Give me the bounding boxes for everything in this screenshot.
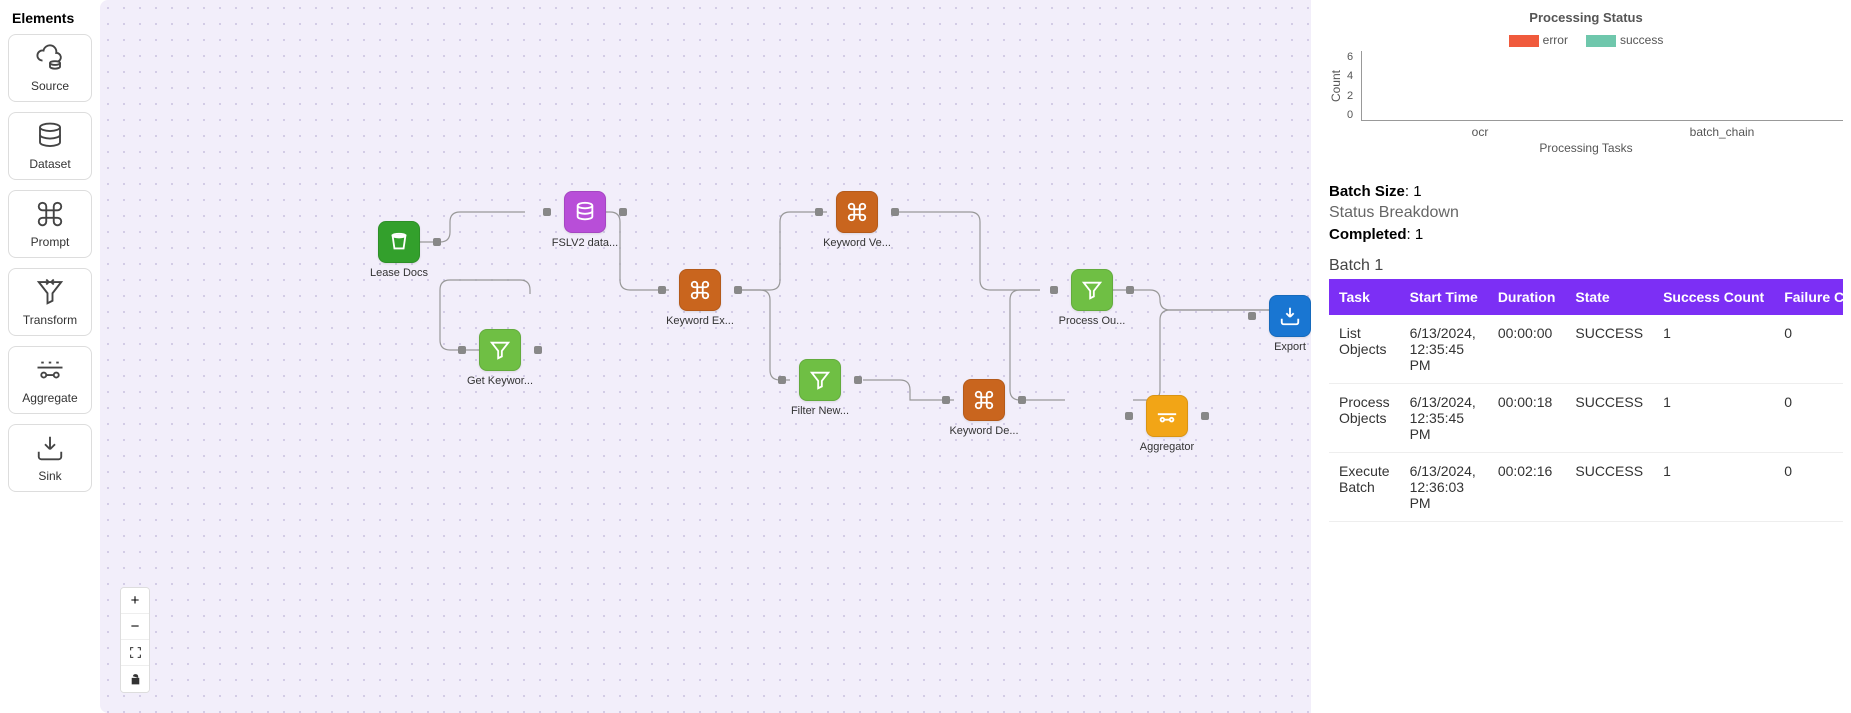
elements-sidebar: Elements Source Dataset Prompt Transform…	[0, 0, 100, 713]
database-icon	[574, 201, 596, 223]
node-keyword-de[interactable]: Keyword De...	[954, 379, 1014, 437]
palette-label: Dataset	[29, 157, 70, 171]
table-row[interactable]: Process Objects6/13/2024, 12:35:45 PM00:…	[1329, 384, 1843, 453]
download-tray-icon	[35, 433, 65, 463]
node-lease-docs[interactable]: Lease Docs	[369, 221, 429, 279]
node-fslv2-data[interactable]: FSLV2 data...	[555, 191, 615, 249]
database-icon	[35, 121, 65, 151]
cloud-db-icon	[35, 43, 65, 73]
col-state[interactable]: State	[1565, 279, 1653, 315]
zoom-in-button[interactable]: +	[121, 588, 149, 614]
palette-label: Sink	[38, 469, 61, 483]
node-keyword-ve[interactable]: Keyword Ve...	[827, 191, 887, 249]
funnel-icon	[809, 369, 831, 391]
chart: Count 6 4 2 0	[1329, 51, 1843, 121]
node-aggregator[interactable]: Aggregator	[1137, 395, 1197, 453]
col-duration[interactable]: Duration	[1488, 279, 1566, 315]
funnel-icon	[489, 339, 511, 361]
edges	[100, 0, 1311, 713]
palette-dataset[interactable]: Dataset	[8, 112, 92, 180]
command-icon	[689, 279, 711, 301]
palette-label: Prompt	[31, 235, 70, 249]
command-icon	[846, 201, 868, 223]
funnel-icon	[1081, 279, 1103, 301]
aggregate-icon	[35, 355, 65, 385]
status-panel: Processing Status error success Count 6 …	[1311, 0, 1851, 713]
node-filter-new[interactable]: Filter New...	[790, 359, 850, 417]
table-row[interactable]: Execute Batch6/13/2024, 12:36:03 PM00:02…	[1329, 453, 1843, 522]
node-keyword-ex[interactable]: Keyword Ex...	[670, 269, 730, 327]
completed-value: 1	[1415, 226, 1423, 243]
status-breakdown-label: Status Breakdown	[1329, 204, 1843, 222]
col-success-count[interactable]: Success Count	[1653, 279, 1774, 315]
node-get-keywords[interactable]: Get Keywor...	[470, 329, 530, 387]
sidebar-title: Elements	[8, 10, 92, 26]
chart-legend: error success	[1329, 33, 1843, 47]
palette-label: Transform	[23, 313, 77, 327]
col-failure-count[interactable]: Failure Cou	[1774, 279, 1843, 315]
fit-icon	[129, 646, 142, 659]
lock-open-icon	[129, 673, 142, 686]
canvas-controls: + −	[120, 587, 150, 693]
completed-label: Completed	[1329, 226, 1407, 243]
flow-canvas[interactable]: Lease Docs FSLV2 data... Get Keywor... K…	[100, 0, 1311, 713]
batch-size-label: Batch Size	[1329, 183, 1405, 200]
palette-aggregate[interactable]: Aggregate	[8, 346, 92, 414]
bucket-icon	[388, 231, 410, 253]
command-icon	[973, 389, 995, 411]
palette-label: Aggregate	[22, 391, 77, 405]
batch-size-value: 1	[1413, 183, 1421, 200]
download-tray-icon	[1279, 305, 1301, 327]
palette-prompt[interactable]: Prompt	[8, 190, 92, 258]
palette-label: Source	[31, 79, 69, 93]
node-process-ou[interactable]: Process Ou...	[1062, 269, 1122, 327]
col-task[interactable]: Task	[1329, 279, 1400, 315]
col-start-time[interactable]: Start Time	[1400, 279, 1488, 315]
aggregate-icon	[1156, 405, 1178, 427]
palette-transform[interactable]: Transform	[8, 268, 92, 336]
table-row[interactable]: List Objects6/13/2024, 12:35:45 PM00:00:…	[1329, 315, 1843, 384]
funnel-icon	[35, 277, 65, 307]
palette-sink[interactable]: Sink	[8, 424, 92, 492]
zoom-out-button[interactable]: −	[121, 614, 149, 640]
command-icon	[35, 199, 65, 229]
batch-heading: Batch 1	[1329, 257, 1843, 275]
fit-view-button[interactable]	[121, 640, 149, 666]
node-export[interactable]: Export	[1260, 295, 1311, 353]
lock-button[interactable]	[121, 666, 149, 692]
palette-source[interactable]: Source	[8, 34, 92, 102]
batch-table: Task Start Time Duration State Success C…	[1329, 279, 1843, 522]
chart-title: Processing Status	[1329, 10, 1843, 25]
